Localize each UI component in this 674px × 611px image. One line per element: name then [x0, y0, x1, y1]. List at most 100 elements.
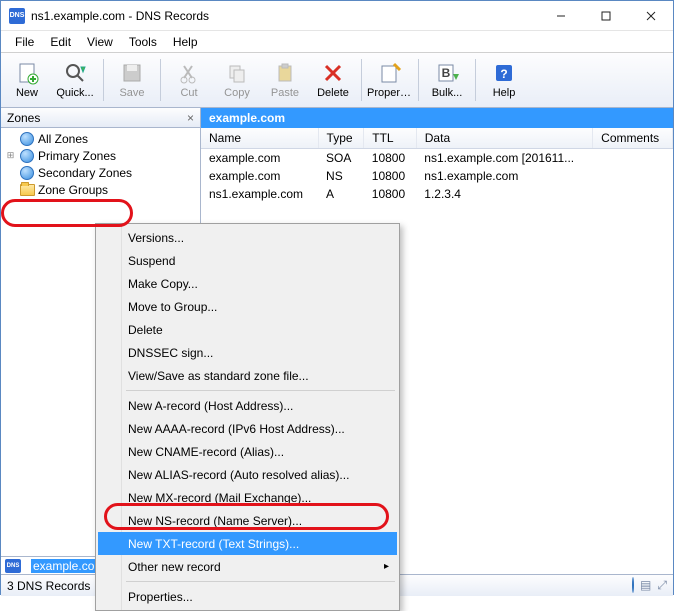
- tree-label: Primary Zones: [38, 149, 116, 163]
- table-row[interactable]: example.comSOA10800ns1.example.com [2016…: [201, 149, 673, 168]
- status-text: 3 DNS Records: [7, 579, 90, 593]
- cell-data: ns1.example.com [201611...: [416, 149, 592, 168]
- col-type[interactable]: Type: [318, 128, 364, 149]
- globe-icon: [19, 148, 35, 164]
- ctx-new-ns[interactable]: New NS-record (Name Server)...: [98, 509, 397, 532]
- cell-name: example.com: [201, 167, 318, 185]
- tree-label: All Zones: [38, 132, 88, 146]
- bulk-button[interactable]: B Bulk...: [423, 55, 471, 105]
- ctx-delete[interactable]: Delete: [98, 318, 397, 341]
- cell-comments: [593, 185, 673, 203]
- col-name[interactable]: Name: [201, 128, 318, 149]
- cut-icon: [177, 61, 201, 85]
- col-comments[interactable]: Comments: [593, 128, 673, 149]
- quick-icon: [63, 61, 87, 85]
- ctx-new-cname[interactable]: New CNAME-record (Alias)...: [98, 440, 397, 463]
- bulk-icon: B: [435, 61, 459, 85]
- ctx-new-mx[interactable]: New MX-record (Mail Exchange)...: [98, 486, 397, 509]
- globe-icon: [19, 131, 35, 147]
- close-button[interactable]: [628, 1, 673, 30]
- cut-label: Cut: [180, 87, 197, 99]
- ctx-versions[interactable]: Versions...: [98, 226, 397, 249]
- tree-item-allzones[interactable]: All Zones: [1, 130, 200, 147]
- copy-icon: [225, 61, 249, 85]
- svg-text:B: B: [442, 66, 451, 80]
- menu-edit[interactable]: Edit: [42, 33, 79, 51]
- app-icon: DNS: [9, 8, 25, 24]
- ctx-new-txt[interactable]: New TXT-record (Text Strings)...: [98, 532, 397, 555]
- ctx-new-a[interactable]: New A-record (Host Address)...: [98, 394, 397, 417]
- delete-icon: [321, 61, 345, 85]
- paste-label: Paste: [271, 87, 299, 99]
- col-ttl[interactable]: TTL: [364, 128, 417, 149]
- cell-data: ns1.example.com: [416, 167, 592, 185]
- status-globe-icon: [632, 578, 634, 593]
- cell-type: SOA: [318, 149, 364, 168]
- ctx-viewsave[interactable]: View/Save as standard zone file...: [98, 364, 397, 387]
- paste-button[interactable]: Paste: [261, 55, 309, 105]
- titlebar: DNS ns1.example.com - DNS Records: [1, 1, 673, 31]
- paste-icon: [273, 61, 297, 85]
- properties-icon: [378, 61, 402, 85]
- status-list-icon: ▤: [640, 578, 651, 593]
- ctx-suspend[interactable]: Suspend: [98, 249, 397, 272]
- properties-label: Properties: [367, 87, 413, 99]
- bulk-label: Bulk...: [432, 87, 463, 99]
- cell-comments: [593, 167, 673, 185]
- help-button[interactable]: ? Help: [480, 55, 528, 105]
- minimize-button[interactable]: [538, 1, 583, 30]
- zones-header-label: Zones: [7, 111, 40, 125]
- cell-data: 1.2.3.4: [416, 185, 592, 203]
- save-label: Save: [119, 87, 144, 99]
- folder-icon: [19, 182, 35, 198]
- delete-label: Delete: [317, 87, 349, 99]
- properties-button[interactable]: Properties: [366, 55, 414, 105]
- zones-header: Zones ×: [1, 108, 200, 128]
- menu-tools[interactable]: Tools: [121, 33, 165, 51]
- cell-type: NS: [318, 167, 364, 185]
- table-row[interactable]: example.comNS10800ns1.example.com: [201, 167, 673, 185]
- tree-item-zonegroups[interactable]: Zone Groups: [1, 181, 200, 198]
- help-icon: ?: [492, 61, 516, 85]
- status-expand-icon[interactable]: ⤢: [657, 578, 667, 593]
- menu-help[interactable]: Help: [165, 33, 206, 51]
- new-button[interactable]: New: [3, 55, 51, 105]
- close-panel-icon[interactable]: ×: [187, 111, 194, 125]
- table-row[interactable]: ns1.example.comA108001.2.3.4: [201, 185, 673, 203]
- tree-item-secondary[interactable]: Secondary Zones: [1, 164, 200, 181]
- svg-text:?: ?: [500, 67, 507, 81]
- tree-label: Secondary Zones: [38, 166, 132, 180]
- menu-view[interactable]: View: [79, 33, 121, 51]
- cell-type: A: [318, 185, 364, 203]
- ctx-other-new[interactable]: Other new record: [98, 555, 397, 578]
- cell-comments: [593, 149, 673, 168]
- ctx-new-alias[interactable]: New ALIAS-record (Auto resolved alias)..…: [98, 463, 397, 486]
- cell-ttl: 10800: [364, 185, 417, 203]
- tree-label: Zone Groups: [38, 183, 108, 197]
- copy-label: Copy: [224, 87, 250, 99]
- save-icon: [120, 61, 144, 85]
- breadcrumb-label: example.com: [209, 111, 285, 125]
- delete-button[interactable]: Delete: [309, 55, 357, 105]
- context-menu: Versions... Suspend Make Copy... Move to…: [95, 223, 400, 611]
- ctx-new-aaaa[interactable]: New AAAA-record (IPv6 Host Address)...: [98, 417, 397, 440]
- cell-ttl: 10800: [364, 167, 417, 185]
- ctx-properties[interactable]: Properties...: [98, 585, 397, 608]
- col-data[interactable]: Data: [416, 128, 592, 149]
- save-button[interactable]: Save: [108, 55, 156, 105]
- zone-icon: DNS: [5, 559, 21, 573]
- cut-button[interactable]: Cut: [165, 55, 213, 105]
- copy-button[interactable]: Copy: [213, 55, 261, 105]
- cell-name: example.com: [201, 149, 318, 168]
- breadcrumb: example.com: [201, 108, 673, 128]
- menubar: File Edit View Tools Help: [1, 31, 673, 52]
- ctx-movegroup[interactable]: Move to Group...: [98, 295, 397, 318]
- toolbar: New Quick... Save Cut Copy Paste Delete …: [1, 52, 673, 108]
- quick-button[interactable]: Quick...: [51, 55, 99, 105]
- new-label: New: [16, 87, 38, 99]
- ctx-makecopy[interactable]: Make Copy...: [98, 272, 397, 295]
- tree-item-primary[interactable]: ⊞Primary Zones: [1, 147, 200, 164]
- menu-file[interactable]: File: [7, 33, 42, 51]
- ctx-dnssec[interactable]: DNSSEC sign...: [98, 341, 397, 364]
- maximize-button[interactable]: [583, 1, 628, 30]
